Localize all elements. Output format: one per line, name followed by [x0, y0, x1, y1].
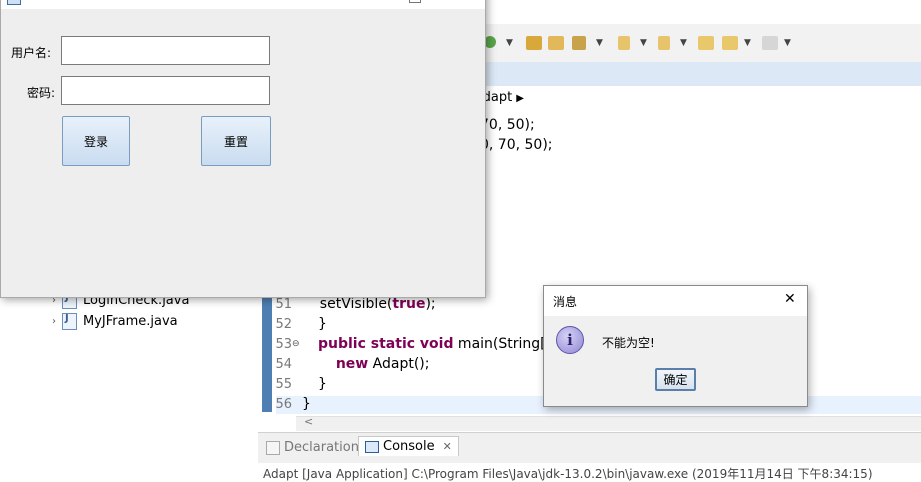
code-line: } [302, 396, 311, 412]
chevron-down-icon[interactable]: ▼ [640, 38, 647, 48]
maximize-icon[interactable] [409, 0, 421, 3]
close-icon[interactable]: ✕ [784, 291, 796, 307]
username-label: 用户名: [11, 46, 52, 60]
line-number: 56 [275, 397, 292, 412]
chevron-down-icon[interactable]: ▼ [784, 38, 791, 48]
line-number: 53 [275, 337, 292, 352]
last-edit-icon[interactable] [698, 36, 714, 50]
dialog-title: 消息 [553, 295, 578, 309]
change-marker [262, 296, 272, 412]
line-number: 54 [275, 357, 292, 372]
password-label: 密码: [27, 86, 56, 100]
horizontal-scrollbar[interactable]: < [296, 415, 921, 431]
chevron-down-icon[interactable]: ▼ [744, 38, 751, 48]
close-icon[interactable]: ✕ [443, 440, 452, 453]
fold-icon[interactable]: ⊖ [292, 339, 300, 349]
tab-label: Console [383, 439, 435, 454]
reset-button[interactable]: 重置 [201, 116, 271, 166]
tree-item-myjframe[interactable]: › MyJFrame.java [52, 313, 178, 330]
chevron-down-icon[interactable]: ▼ [596, 38, 603, 48]
scroll-left-icon[interactable]: < [304, 415, 313, 428]
tree-item-label: MyJFrame.java [83, 314, 178, 329]
password-input[interactable] [61, 76, 270, 105]
console-output: Adapt [Java Application] C:\Program File… [263, 467, 873, 481]
dialog-titlebar[interactable]: 消息 ✕ [544, 286, 807, 316]
code-line: new Adapt(); [335, 356, 430, 372]
chevron-down-icon[interactable]: ▼ [680, 38, 687, 48]
ok-button[interactable]: 确定 [655, 368, 696, 391]
open-type-icon[interactable] [526, 36, 542, 50]
login-button[interactable]: 登录 [62, 116, 130, 166]
username-input[interactable] [61, 36, 270, 65]
open-folder-icon[interactable] [548, 36, 564, 50]
close-icon[interactable]: ✕ [455, 0, 466, 2]
code-line: public static void main(String[] ar [318, 336, 570, 352]
back-arrow-icon[interactable] [722, 36, 738, 50]
tab-console[interactable]: Console ✕ [358, 436, 459, 456]
java-app-icon [7, 0, 21, 5]
login-window: ✕ 用户名: 密码: 登录 重置 [0, 0, 486, 298]
window-titlebar[interactable]: ✕ [1, 0, 485, 9]
code-line: 0, 70, 50); [480, 137, 553, 153]
pen-icon[interactable] [572, 36, 586, 50]
declaration-icon [266, 440, 280, 455]
console-icon [365, 440, 379, 453]
next-annotation-icon[interactable] [618, 36, 630, 50]
code-line: setVisible(true); [302, 296, 436, 312]
tab-label: Declaration [284, 440, 359, 455]
message-text: 不能为空! [602, 336, 655, 350]
code-line: } [318, 316, 327, 332]
line-number: 55 [275, 377, 292, 392]
forward-arrow-icon[interactable] [762, 36, 778, 50]
code-line: 70, 50); [480, 117, 535, 133]
line-number: 52 [275, 317, 292, 332]
chevron-right-icon[interactable]: ▶ [516, 93, 524, 104]
message-dialog: 消息 ✕ i 不能为空! 确定 [543, 285, 808, 407]
info-icon: i [556, 326, 584, 354]
prev-annotation-icon[interactable] [658, 36, 670, 50]
code-line: } [318, 376, 327, 392]
line-number: 51 [275, 297, 292, 312]
chevron-down-icon[interactable]: ▼ [506, 38, 513, 48]
tab-declaration[interactable]: Declaration [266, 440, 359, 455]
java-file-icon [62, 313, 77, 330]
expand-arrow-icon[interactable]: › [52, 316, 56, 327]
